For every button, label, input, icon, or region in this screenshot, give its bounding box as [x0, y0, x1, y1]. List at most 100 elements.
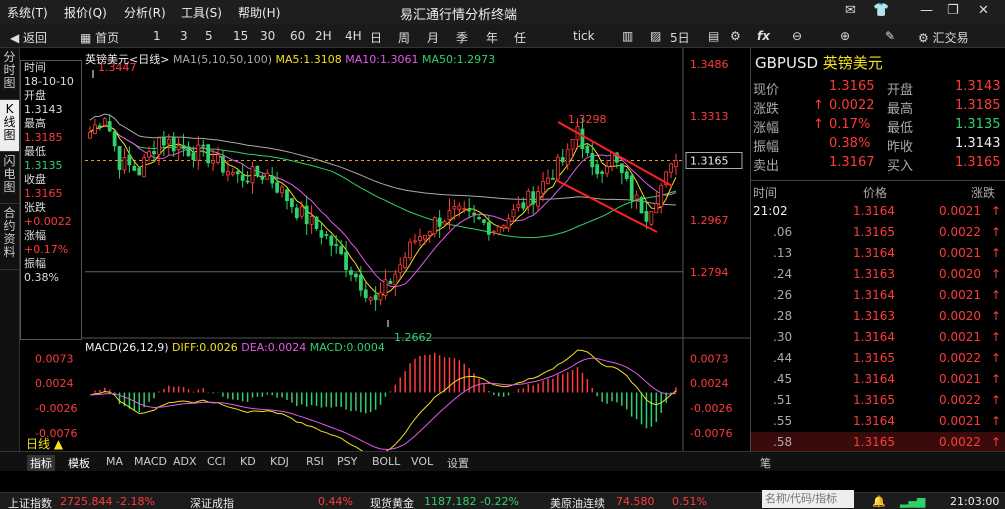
- tick-time: .55: [773, 414, 793, 428]
- indicator-tab-2[interactable]: MA: [106, 455, 123, 468]
- candle-body: [142, 157, 147, 178]
- ticker-name-gold[interactable]: 现货黄金: [370, 495, 414, 509]
- quote-value: 1.3165: [955, 155, 1001, 170]
- candle-body: [619, 163, 624, 174]
- tick-time: .06: [773, 225, 793, 239]
- info-label: 最低: [24, 145, 46, 158]
- legend-period-close: >: [160, 53, 170, 66]
- tick-price: 1.3164: [853, 372, 895, 386]
- ticker-name-sz[interactable]: 深证成指: [190, 495, 234, 509]
- low-annotation: 1.2662: [394, 331, 433, 344]
- candle-body: [501, 225, 506, 229]
- quote-value: 0.17%: [829, 117, 871, 132]
- candle-body: [447, 210, 452, 220]
- tick-time: .28: [773, 309, 793, 323]
- candle-body: [349, 270, 353, 275]
- quote-value: 1.3135: [955, 117, 1001, 132]
- tick-time: .45: [773, 372, 793, 386]
- candle-body: [442, 221, 447, 225]
- indicator-tab-5[interactable]: CCI: [207, 455, 226, 468]
- candle-body: [378, 292, 383, 301]
- price-axis-label: 1.3165: [690, 155, 729, 168]
- candle-body: [206, 144, 211, 164]
- info-label: 最高: [24, 117, 46, 130]
- quote-panel: GBPUSD 英镑美元 现价 1.3165 开盘 1.3143 涨跌 ↑ 0.0022 最高 1…: [750, 48, 1005, 453]
- indicator-tab-1[interactable]: 模板: [68, 455, 90, 471]
- up-arrow-icon: ↑: [991, 393, 1002, 407]
- macd-name: MACD(26,12,9): [85, 341, 169, 354]
- candle-body: [171, 136, 176, 152]
- period-selector[interactable]: 日线 ▲: [26, 435, 63, 452]
- candle-body: [88, 131, 92, 139]
- indicator-tab-0[interactable]: 指标: [27, 455, 55, 471]
- legend-symbol: 英镑美元: [85, 53, 129, 66]
- indicator-tab-9[interactable]: PSY: [337, 455, 357, 468]
- candle-body: [304, 205, 309, 225]
- indicator-tab-11[interactable]: VOL: [411, 455, 433, 468]
- bell-icon[interactable]: 🔔: [872, 495, 886, 508]
- tick-price: 1.3163: [853, 309, 895, 323]
- ticker-name-sh[interactable]: 上证指数: [8, 495, 52, 509]
- tick-change: 0.0020: [939, 309, 981, 323]
- candle-body: [93, 124, 97, 134]
- tick-price: 1.3165: [853, 435, 895, 449]
- info-value: +0.17%: [24, 243, 69, 256]
- market-ticker: 上证指数 2725.844 -2.18% 深证成指 0.44% 现货黄金 118…: [0, 492, 1005, 509]
- ticker-change-oil: 0.51%: [672, 495, 707, 508]
- quote-symbol: GBPUSD: [755, 54, 819, 72]
- info-value: 1.3135: [24, 159, 63, 172]
- indicator-tab-3[interactable]: MACD: [134, 455, 167, 468]
- ticker-change-sh: -2.18%: [116, 495, 155, 508]
- candle-body: [516, 203, 521, 208]
- info-value: 1.3165: [24, 187, 63, 200]
- candle-body: [196, 144, 201, 161]
- tick-row: .51 1.3165 0.0022 ↑: [751, 390, 1005, 411]
- up-arrow-icon: ↑: [991, 225, 1002, 239]
- candle-body: [112, 131, 117, 147]
- candle-body: [319, 230, 324, 238]
- candle-body: [97, 125, 102, 128]
- quote-row: 振幅 0.38% 昨收 1.3143: [751, 135, 1005, 155]
- ticker-value-oil: 74.580: [616, 495, 655, 508]
- candle-body: [117, 145, 122, 170]
- tick-row: .44 1.3165 0.0022 ↑: [751, 348, 1005, 369]
- tick-row: .28 1.3163 0.0020 ↑: [751, 306, 1005, 327]
- tick-change: 0.0022: [939, 225, 981, 239]
- indicator-tab-4[interactable]: ADX: [173, 455, 197, 468]
- candle-body: [329, 235, 334, 246]
- indicator-tab-10[interactable]: BOLL: [372, 455, 400, 468]
- indicator-tab-7[interactable]: KDJ: [270, 455, 289, 468]
- tick-row: .26 1.3164 0.0021 ↑: [751, 285, 1005, 306]
- ticker-change-sz: 0.44%: [318, 495, 353, 508]
- quote-value: 1.3185: [955, 98, 1001, 113]
- candle-body: [344, 252, 348, 270]
- candle-body: [482, 219, 486, 223]
- tick-time: .58: [773, 435, 793, 449]
- tick-price: 1.3164: [853, 330, 895, 344]
- candle-body: [221, 156, 225, 173]
- candle-body: [491, 230, 496, 233]
- search-input[interactable]: [762, 490, 854, 508]
- quote-label: 涨幅: [753, 121, 780, 136]
- indicator-tab-8[interactable]: RSI: [306, 455, 324, 468]
- candle-body: [388, 280, 393, 285]
- info-value: 0.38%: [24, 271, 59, 284]
- candle-body: [294, 207, 299, 218]
- candle-body: [457, 205, 462, 210]
- candle-body: [265, 172, 270, 180]
- candle-body: [285, 189, 289, 202]
- quote-value: 1.3165: [829, 79, 875, 94]
- quote-name: 英镑美元: [822, 54, 883, 72]
- indicator-tab-6[interactable]: KD: [240, 455, 256, 468]
- candle-body: [590, 153, 595, 168]
- ticker-name-oil[interactable]: 美原油连续: [550, 495, 605, 509]
- indicator-tab-12[interactable]: 设置: [447, 455, 469, 471]
- peak-annotation: 1.3298: [568, 113, 607, 126]
- candle-body: [186, 146, 191, 157]
- note-tab[interactable]: 笔: [760, 455, 771, 471]
- quote-value: 1.3143: [955, 136, 1001, 151]
- quote-row: 现价 1.3165 开盘 1.3143: [751, 78, 1005, 98]
- quote-value: 0.38%: [829, 136, 871, 151]
- candle-body: [550, 177, 555, 180]
- candle-body: [600, 171, 605, 174]
